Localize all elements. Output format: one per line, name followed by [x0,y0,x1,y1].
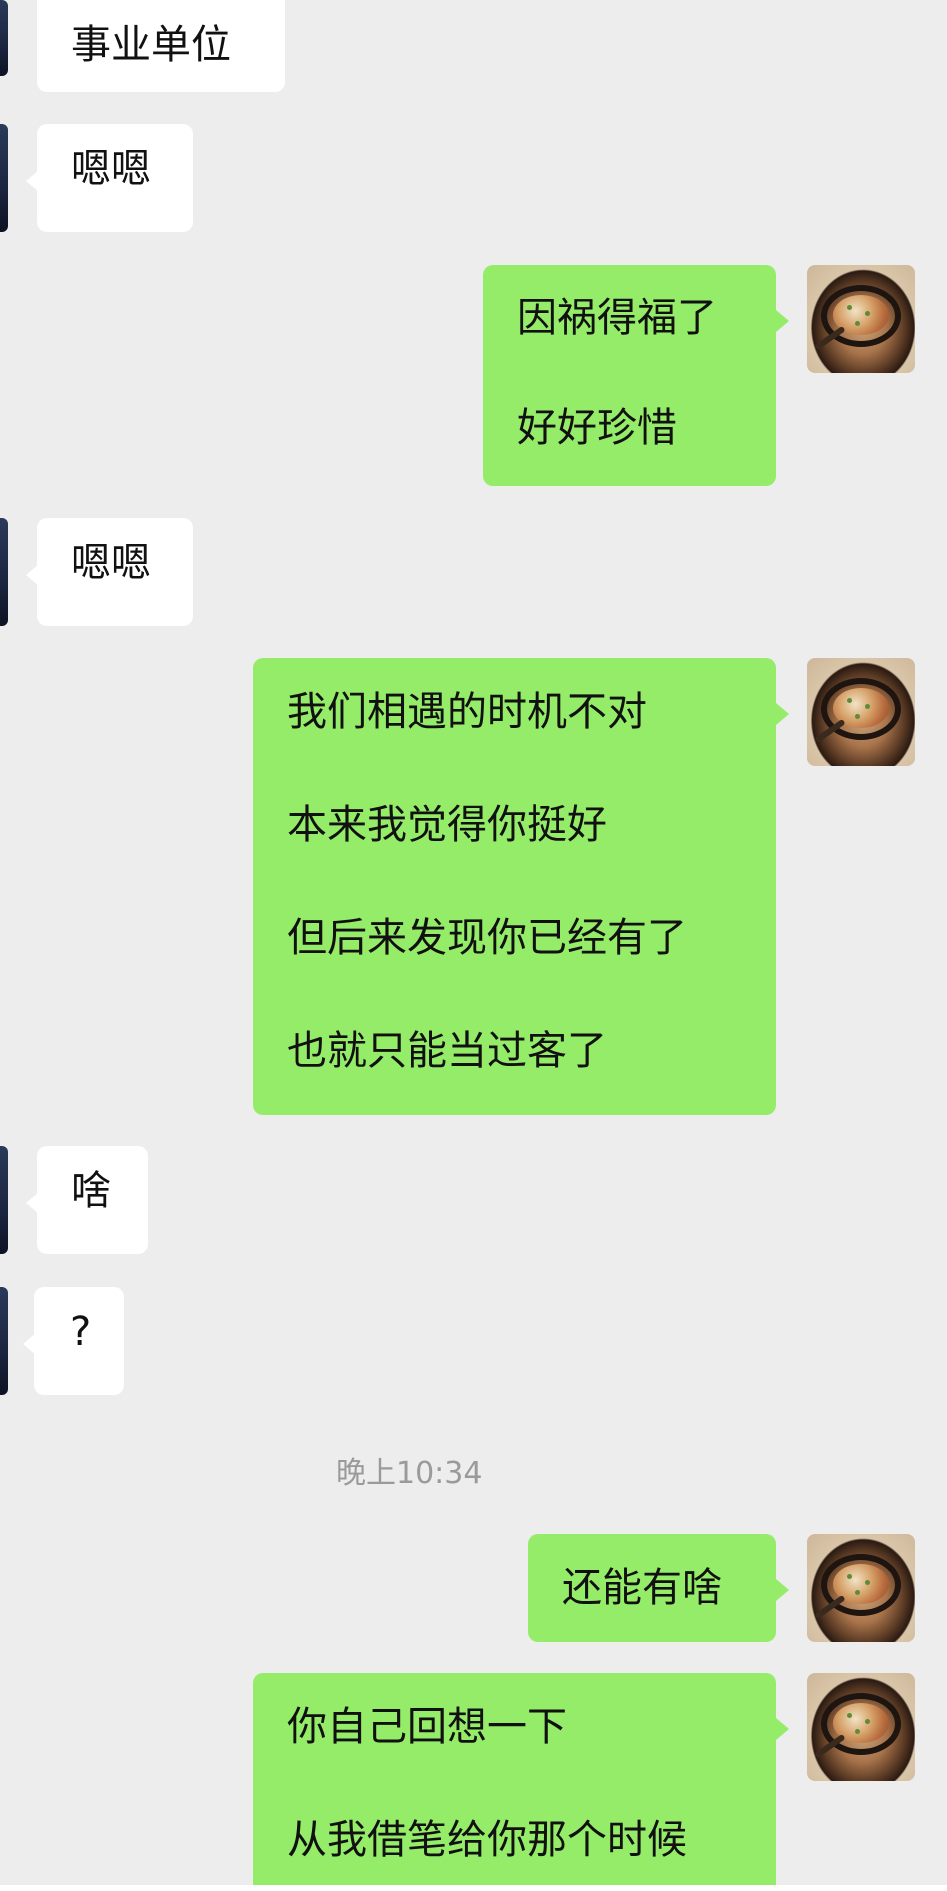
food-photo-avatar-icon[interactable] [807,1534,915,1642]
herb-dot [865,1719,870,1724]
message-text: 好好珍惜 [517,405,677,451]
food-photo-avatar-icon[interactable] [807,1673,915,1781]
screen-bottom-edge [0,1885,947,1891]
herb-dot [865,311,870,316]
incoming-message-bubble[interactable]: 嗯嗯 [37,124,193,232]
message-text: 我们相遇的时机不对 [287,689,647,735]
food-photo-avatar-icon[interactable] [807,265,915,373]
contact-avatar-icon[interactable] [0,518,8,626]
herb-dot [855,321,860,326]
contact-avatar-icon[interactable] [0,1287,8,1395]
message-text: 你自己回想一下 [287,1704,567,1750]
contact-avatar-icon[interactable] [0,1146,8,1254]
incoming-message-bubble[interactable]: 事业单位 [37,0,285,92]
outgoing-message-bubble[interactable]: 还能有啥 [528,1534,776,1642]
message-text: ? [70,1309,92,1355]
herb-dot [855,714,860,719]
message-text: 嗯嗯 [71,540,151,586]
herb-dot [847,698,852,703]
message-text: 还能有啥 [562,1565,722,1611]
contact-avatar-icon[interactable] [0,0,8,76]
message-text: 事业单位 [71,22,231,68]
message-text: 也就只能当过客了 [287,1028,607,1074]
bubble-tail [776,703,789,725]
herb-dot [847,1713,852,1718]
outgoing-message-bubble[interactable]: 因祸得福了 好好珍惜 [483,265,776,486]
herb-dot [847,1574,852,1579]
herb-dot [847,305,852,310]
message-text: 本来我觉得你挺好 [287,802,607,848]
message-text: 啥 [71,1168,111,1214]
message-text: 从我借笔给你那个时候 [287,1817,687,1863]
bubble-tail [776,310,789,332]
outgoing-message-bubble[interactable]: 你自己回想一下 从我借笔给你那个时候 [253,1673,776,1891]
bubble-tail [776,1579,789,1601]
message-text: 因祸得福了 [517,295,717,341]
herb-dot [855,1729,860,1734]
message-text: 但后来发现你已经有了 [287,915,687,961]
incoming-message-bubble[interactable]: 啥 [37,1146,148,1254]
contact-avatar-icon[interactable] [0,124,8,232]
message-text: 嗯嗯 [71,146,151,192]
herb-dot [865,1580,870,1585]
message-timestamp: 晚上10:34 [336,1456,483,1491]
herb-dot [855,1590,860,1595]
outgoing-message-bubble[interactable]: 我们相遇的时机不对 本来我觉得你挺好 但后来发现你已经有了 也就只能当过客了 [253,658,776,1115]
incoming-message-bubble[interactable]: ? [34,1287,124,1395]
food-photo-avatar-icon[interactable] [807,658,915,766]
herb-dot [865,704,870,709]
bubble-tail [776,1718,789,1740]
incoming-message-bubble[interactable]: 嗯嗯 [37,518,193,626]
